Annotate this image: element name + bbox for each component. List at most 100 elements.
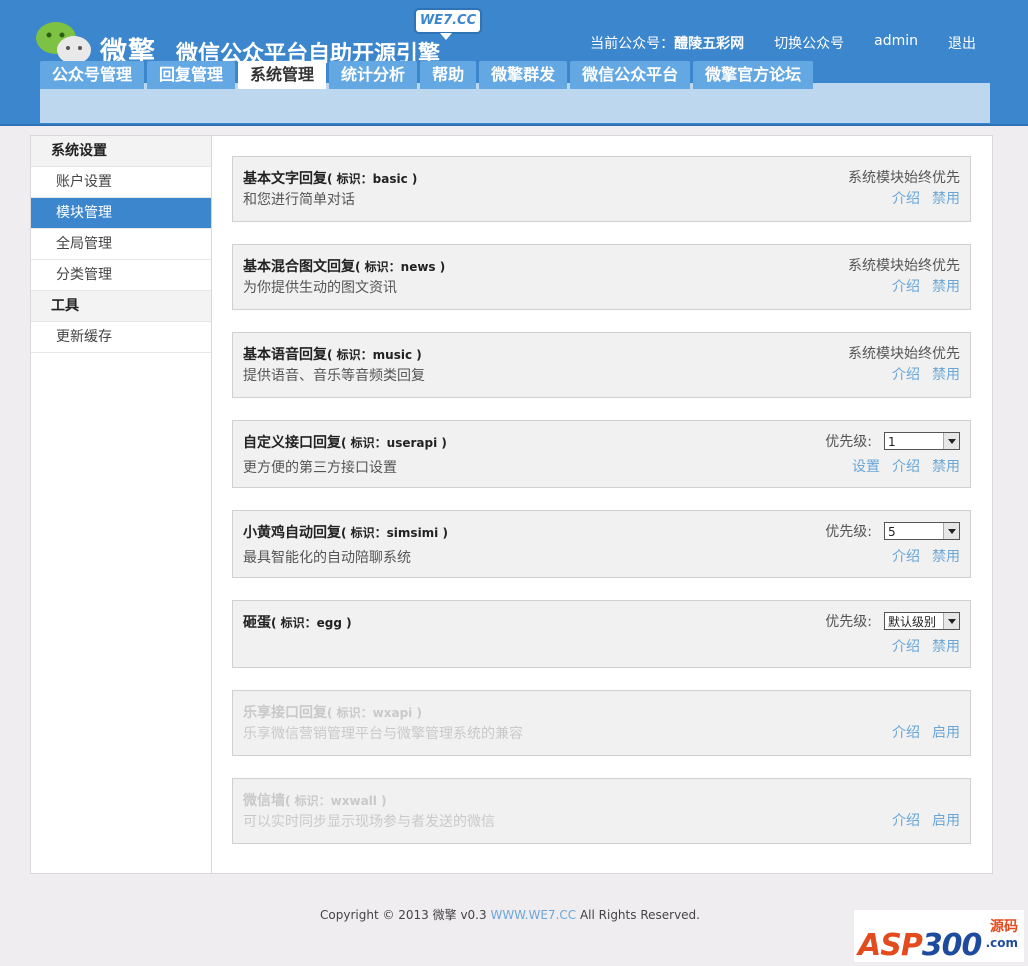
intro-link[interactable]: 介绍 — [892, 636, 920, 656]
priority-label: 优先级: — [825, 524, 872, 540]
watermark-domain-text: .com — [985, 936, 1018, 950]
module-card-userapi: 自定义接口回复( 标识：userapi ) 更方便的第三方接口设置 优先级: 1… — [232, 420, 971, 488]
sidebar-item-category-management[interactable]: 分类管理 — [31, 260, 211, 291]
priority-select[interactable]: 默认级别 — [884, 612, 960, 630]
sidebar-group-system-settings: 系统设置 — [31, 136, 211, 167]
intro-link[interactable]: 介绍 — [892, 722, 920, 742]
main-panel: 系统设置 账户设置 模块管理 全局管理 分类管理 工具 更新缓存 基本文字回复(… — [30, 135, 993, 874]
module-identifier: ( 标识：simsimi ) — [341, 526, 448, 540]
watermark-text: ASP300 — [858, 928, 982, 963]
tab-official-forum[interactable]: 微擎官方论坛 — [693, 61, 814, 89]
priority-control: 优先级: 默认级别 — [825, 611, 960, 631]
module-actions: 介绍 禁用 — [892, 188, 960, 208]
intro-link[interactable]: 介绍 — [892, 364, 920, 384]
module-actions: 介绍 禁用 — [892, 276, 960, 296]
module-card-wxwall: 微信墙( 标识：wxwall ) 可以实时同步显示现场参与者发送的微信 介绍 启… — [232, 778, 971, 844]
module-identifier: ( 标识：userapi ) — [341, 436, 447, 450]
sidebar-item-refresh-cache[interactable]: 更新缓存 — [31, 322, 211, 353]
sidebar-item-global-management[interactable]: 全局管理 — [31, 229, 211, 260]
intro-link[interactable]: 介绍 — [892, 456, 920, 476]
module-description: 最具智能化的自动陪聊系统 — [243, 550, 411, 566]
tab-statistics[interactable]: 统计分析 — [329, 61, 418, 89]
tab-reply-management[interactable]: 回复管理 — [147, 61, 236, 89]
module-title: 基本语音回复( 标识：music ) — [243, 347, 422, 363]
priority-control: 优先级: 1 — [825, 431, 960, 451]
footer-copyright-prefix: Copyright © 2013 微擎 v0.3 — [320, 908, 491, 922]
disable-link[interactable]: 禁用 — [932, 188, 960, 208]
settings-link[interactable]: 设置 — [852, 456, 880, 476]
watermark-logo: ASP300 源码 .com — [854, 910, 1024, 963]
disable-link[interactable]: 禁用 — [932, 546, 960, 566]
tab-system-management[interactable]: 系统管理 — [238, 61, 327, 89]
footer-site-link[interactable]: WWW.WE7.CC — [490, 908, 576, 922]
priority-select[interactable]: 1 — [884, 432, 960, 450]
module-identifier: ( 标识：wxwall ) — [285, 794, 387, 808]
sidebar-item-module-management[interactable]: 模块管理 — [31, 198, 211, 229]
module-card-music: 基本语音回复( 标识：music ) 提供语音、音乐等音频类回复 系统模块始终优… — [232, 332, 971, 398]
module-description: 提供语音、音乐等音频类回复 — [243, 368, 425, 384]
module-actions: 介绍 禁用 — [892, 364, 960, 384]
module-title: 微信墙( 标识：wxwall ) — [243, 793, 387, 809]
module-title: 乐享接口回复( 标识：wxapi ) — [243, 705, 422, 721]
module-status: 系统模块始终优先 — [848, 258, 960, 274]
dropdown-arrow-icon[interactable] — [943, 433, 959, 449]
tab-account-management[interactable]: 公众号管理 — [40, 61, 145, 89]
wechat-logo-icon — [36, 22, 91, 64]
module-identifier: ( 标识：basic ) — [327, 172, 418, 186]
main-nav-tabs: 公众号管理 回复管理 系统管理 统计分析 帮助 微擎群发 微信公众平台 微擎官方… — [40, 61, 990, 89]
dropdown-arrow-icon[interactable] — [943, 613, 959, 629]
we7-badge[interactable]: WE7.CC — [414, 8, 482, 40]
sidebar: 系统设置 账户设置 模块管理 全局管理 分类管理 工具 更新缓存 — [31, 136, 212, 873]
priority-label: 优先级: — [825, 434, 872, 450]
intro-link[interactable]: 介绍 — [892, 276, 920, 296]
module-list: 基本文字回复( 标识：basic ) 和您进行简单对话 系统模块始终优先 介绍 … — [232, 156, 971, 866]
priority-select[interactable]: 5 — [884, 522, 960, 540]
disable-link[interactable]: 禁用 — [932, 276, 960, 296]
module-title: 基本文字回复( 标识：basic ) — [243, 171, 418, 187]
priority-label: 优先级: — [825, 614, 872, 630]
user-link[interactable]: admin — [874, 33, 918, 53]
header: 微擎 微信公众平台自助开源引擎 WE7.CC 当前公众号：醴陵五彩网 切换公众号… — [0, 0, 1028, 126]
priority-control: 优先级: 5 — [825, 521, 960, 541]
module-identifier: ( 标识：wxapi ) — [327, 706, 422, 720]
dropdown-arrow-icon[interactable] — [943, 523, 959, 539]
module-actions: 介绍 禁用 — [892, 636, 960, 656]
tab-mass-send[interactable]: 微擎群发 — [479, 61, 568, 89]
current-account: 当前公众号：醴陵五彩网 — [590, 36, 745, 52]
module-actions: 设置 介绍 禁用 — [852, 456, 960, 476]
tab-bar-bg — [40, 83, 990, 123]
top-links: 当前公众号：醴陵五彩网 切换公众号 admin 退出 — [590, 33, 976, 53]
module-title: 自定义接口回复( 标识：userapi ) — [243, 435, 447, 451]
module-actions: 介绍 启用 — [892, 810, 960, 830]
module-card-wxapi: 乐享接口回复( 标识：wxapi ) 乐享微信营销管理平台与微擎管理系统的兼容 … — [232, 690, 971, 756]
sidebar-item-account-settings[interactable]: 账户设置 — [31, 167, 211, 198]
module-card-news: 基本混合图文回复( 标识：news ) 为你提供生动的图文资讯 系统模块始终优先… — [232, 244, 971, 310]
tab-wechat-platform[interactable]: 微信公众平台 — [570, 61, 691, 89]
module-description: 可以实时同步显示现场参与者发送的微信 — [243, 814, 495, 830]
module-identifier: ( 标识：music ) — [327, 348, 422, 362]
module-status: 系统模块始终优先 — [848, 170, 960, 186]
enable-link[interactable]: 启用 — [932, 722, 960, 742]
module-title: 基本混合图文回复( 标识：news ) — [243, 259, 446, 275]
module-card-simsimi: 小黄鸡自动回复( 标识：simsimi ) 最具智能化的自动陪聊系统 优先级: … — [232, 510, 971, 578]
module-description: 更方便的第三方接口设置 — [243, 460, 397, 476]
module-status: 系统模块始终优先 — [848, 346, 960, 362]
disable-link[interactable]: 禁用 — [932, 636, 960, 656]
intro-link[interactable]: 介绍 — [892, 810, 920, 830]
module-actions: 介绍 启用 — [892, 722, 960, 742]
logout-link[interactable]: 退出 — [948, 33, 976, 53]
module-title: 砸蛋( 标识：egg ) — [243, 615, 352, 631]
intro-link[interactable]: 介绍 — [892, 188, 920, 208]
disable-link[interactable]: 禁用 — [932, 456, 960, 476]
module-identifier: ( 标识：egg ) — [271, 616, 352, 630]
tab-help[interactable]: 帮助 — [420, 61, 477, 89]
module-actions: 介绍 禁用 — [892, 546, 960, 566]
module-card-basic: 基本文字回复( 标识：basic ) 和您进行简单对话 系统模块始终优先 介绍 … — [232, 156, 971, 222]
footer-copyright-suffix: All Rights Reserved. — [576, 908, 700, 922]
switch-account-link[interactable]: 切换公众号 — [774, 33, 844, 53]
enable-link[interactable]: 启用 — [932, 810, 960, 830]
intro-link[interactable]: 介绍 — [892, 546, 920, 566]
module-description: 为你提供生动的图文资讯 — [243, 280, 397, 296]
sidebar-group-tools: 工具 — [31, 291, 211, 322]
disable-link[interactable]: 禁用 — [932, 364, 960, 384]
